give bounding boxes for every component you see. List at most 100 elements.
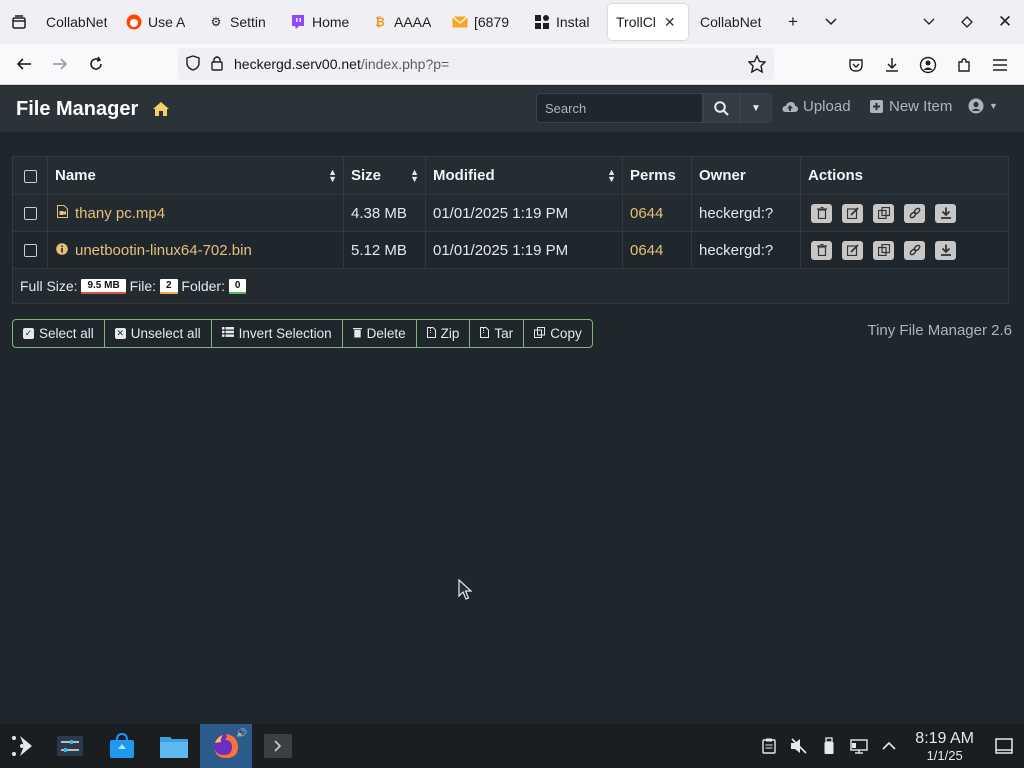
- tray-expand-chevron-icon[interactable]: [879, 736, 899, 756]
- download-icon[interactable]: [935, 203, 956, 223]
- terminal-icon[interactable]: [252, 724, 304, 768]
- url-bar[interactable]: heckergd.serv00.net/index.php?p=: [178, 48, 774, 80]
- browser-tab[interactable]: CollabNet: [38, 4, 118, 40]
- invert-selection-button[interactable]: Invert Selection: [210, 320, 342, 347]
- tar-button[interactable]: Tar: [469, 320, 523, 347]
- tab-list-chevron-icon[interactable]: [812, 4, 850, 40]
- tab-label: Home: [312, 14, 350, 30]
- row-checkbox[interactable]: [23, 207, 37, 221]
- link-icon[interactable]: [904, 240, 925, 260]
- column-header-size[interactable]: Size ▲ ▼: [343, 156, 426, 195]
- unselect-all-button[interactable]: ✕ Unselect all: [103, 320, 211, 347]
- network-icon[interactable]: [849, 736, 869, 756]
- column-header-name[interactable]: Name ▲ ▼: [47, 156, 344, 195]
- clock[interactable]: 8:19 AM 1/1/25: [915, 730, 974, 763]
- button-label: Select all: [39, 326, 94, 341]
- button-label: Tar: [494, 326, 514, 341]
- owner-cell: heckergd:?: [691, 231, 801, 269]
- tab-close-icon[interactable]: ✕: [664, 14, 676, 31]
- row-checkbox[interactable]: [23, 244, 37, 258]
- new-tab-button[interactable]: +: [774, 4, 812, 40]
- show-desktop-icon[interactable]: [994, 736, 1014, 756]
- window-close-icon[interactable]: ✕: [986, 4, 1024, 40]
- select-all-checkbox[interactable]: [23, 169, 37, 183]
- sort-icon[interactable]: ▲ ▼: [328, 168, 337, 184]
- select-all-header[interactable]: [12, 156, 48, 195]
- edit-icon[interactable]: [842, 203, 863, 223]
- software-store-icon[interactable]: [96, 724, 148, 768]
- app-title[interactable]: File Manager: [16, 98, 138, 121]
- search-icon[interactable]: [703, 93, 740, 123]
- upload-button[interactable]: Upload: [782, 98, 851, 115]
- header-label: Owner: [699, 167, 746, 184]
- window-minimize-icon[interactable]: [910, 4, 948, 40]
- download-icon[interactable]: [874, 47, 910, 83]
- perms-link[interactable]: 0644: [630, 205, 663, 222]
- folder-count-label: Folder:: [181, 277, 225, 294]
- link-icon[interactable]: [904, 203, 925, 223]
- table-row[interactable]: thany pc.mp4 4.38 MB 01/01/2025 1:19 PM …: [12, 194, 1009, 232]
- reload-icon[interactable]: [78, 46, 114, 82]
- table-row[interactable]: unetbootin-linux64-702.bin 5.12 MB 01/01…: [12, 231, 1009, 269]
- volume-muted-icon[interactable]: [789, 736, 809, 756]
- browser-tab[interactable]: CollabNet: [688, 4, 774, 40]
- user-menu-button[interactable]: ▼: [968, 98, 998, 114]
- trash-icon[interactable]: [811, 240, 832, 260]
- clipboard-icon[interactable]: [759, 736, 779, 756]
- browser-tab[interactable]: Home: [282, 4, 364, 40]
- file-name-link[interactable]: unetbootin-linux64-702.bin: [75, 242, 252, 259]
- firefox-icon[interactable]: 🔊: [200, 724, 252, 768]
- sort-icon[interactable]: ▲ ▼: [607, 168, 616, 184]
- hamburger-menu-icon[interactable]: [982, 47, 1018, 83]
- browser-tab[interactable]: Use A: [118, 4, 200, 40]
- row-select-cell[interactable]: [12, 231, 48, 269]
- size-cell: 5.12 MB: [343, 231, 426, 269]
- header-label: Name: [55, 167, 96, 184]
- sort-icon[interactable]: ▲ ▼: [410, 168, 419, 184]
- system-settings-icon[interactable]: [44, 724, 96, 768]
- url-host: heckergd.serv00.net: [234, 56, 361, 72]
- download-icon[interactable]: [935, 240, 956, 260]
- select-all-button[interactable]: ✓ Select all: [13, 320, 104, 347]
- column-header-modified[interactable]: Modified ▲ ▼: [425, 156, 623, 195]
- zip-button[interactable]: Zip: [415, 320, 470, 347]
- tab-overview-icon[interactable]: [0, 0, 38, 44]
- file-name-link[interactable]: thany pc.mp4: [75, 205, 165, 222]
- back-arrow-icon[interactable]: [6, 46, 42, 82]
- browser-tab[interactable]: [6879: [444, 4, 526, 40]
- table-header-row: Name ▲ ▼ Size ▲ ▼ Modified ▲ ▼ Perms Owner Act…: [12, 156, 1009, 195]
- browser-tab[interactable]: Instal: [526, 4, 606, 40]
- forward-arrow-icon[interactable]: [42, 46, 78, 82]
- shield-icon[interactable]: [186, 54, 200, 74]
- home-icon[interactable]: [152, 100, 170, 118]
- extensions-puzzle-icon[interactable]: [946, 47, 982, 83]
- usb-device-icon[interactable]: [819, 736, 839, 756]
- browser-tab-active[interactable]: TrollCl ✕: [608, 4, 688, 40]
- button-label: Invert Selection: [238, 326, 332, 341]
- window-maximize-icon[interactable]: [948, 4, 986, 40]
- browser-tab[interactable]: ⚙ Settin: [200, 4, 282, 40]
- edit-icon[interactable]: [842, 240, 863, 260]
- app-header: File Manager ▼ Upload New Item ▼: [0, 86, 1024, 132]
- copy-icon[interactable]: [873, 240, 894, 260]
- header-label: Size: [351, 167, 382, 184]
- file-manager-icon[interactable]: [148, 724, 200, 768]
- system-tray: 8:19 AM 1/1/25: [759, 724, 1024, 768]
- pocket-icon[interactable]: [838, 47, 874, 83]
- account-icon[interactable]: [910, 47, 946, 83]
- search-input[interactable]: [536, 93, 703, 123]
- browser-tab[interactable]: ₿ AAAA: [364, 4, 444, 40]
- copy-button[interactable]: Copy: [523, 320, 592, 347]
- app-launcher-icon[interactable]: [0, 724, 44, 768]
- mouse-cursor-icon: [458, 578, 473, 606]
- new-item-button[interactable]: New Item: [868, 98, 952, 115]
- row-select-cell[interactable]: [12, 194, 48, 232]
- audio-playing-icon: 🔊: [236, 728, 248, 738]
- trash-icon[interactable]: [811, 203, 832, 223]
- copy-icon[interactable]: [873, 203, 894, 223]
- lock-icon[interactable]: [210, 55, 224, 74]
- perms-link[interactable]: 0644: [630, 242, 663, 259]
- delete-button[interactable]: Delete: [341, 320, 416, 347]
- bookmark-star-icon[interactable]: [747, 54, 767, 76]
- search-options-caret-icon[interactable]: ▼: [740, 93, 772, 123]
